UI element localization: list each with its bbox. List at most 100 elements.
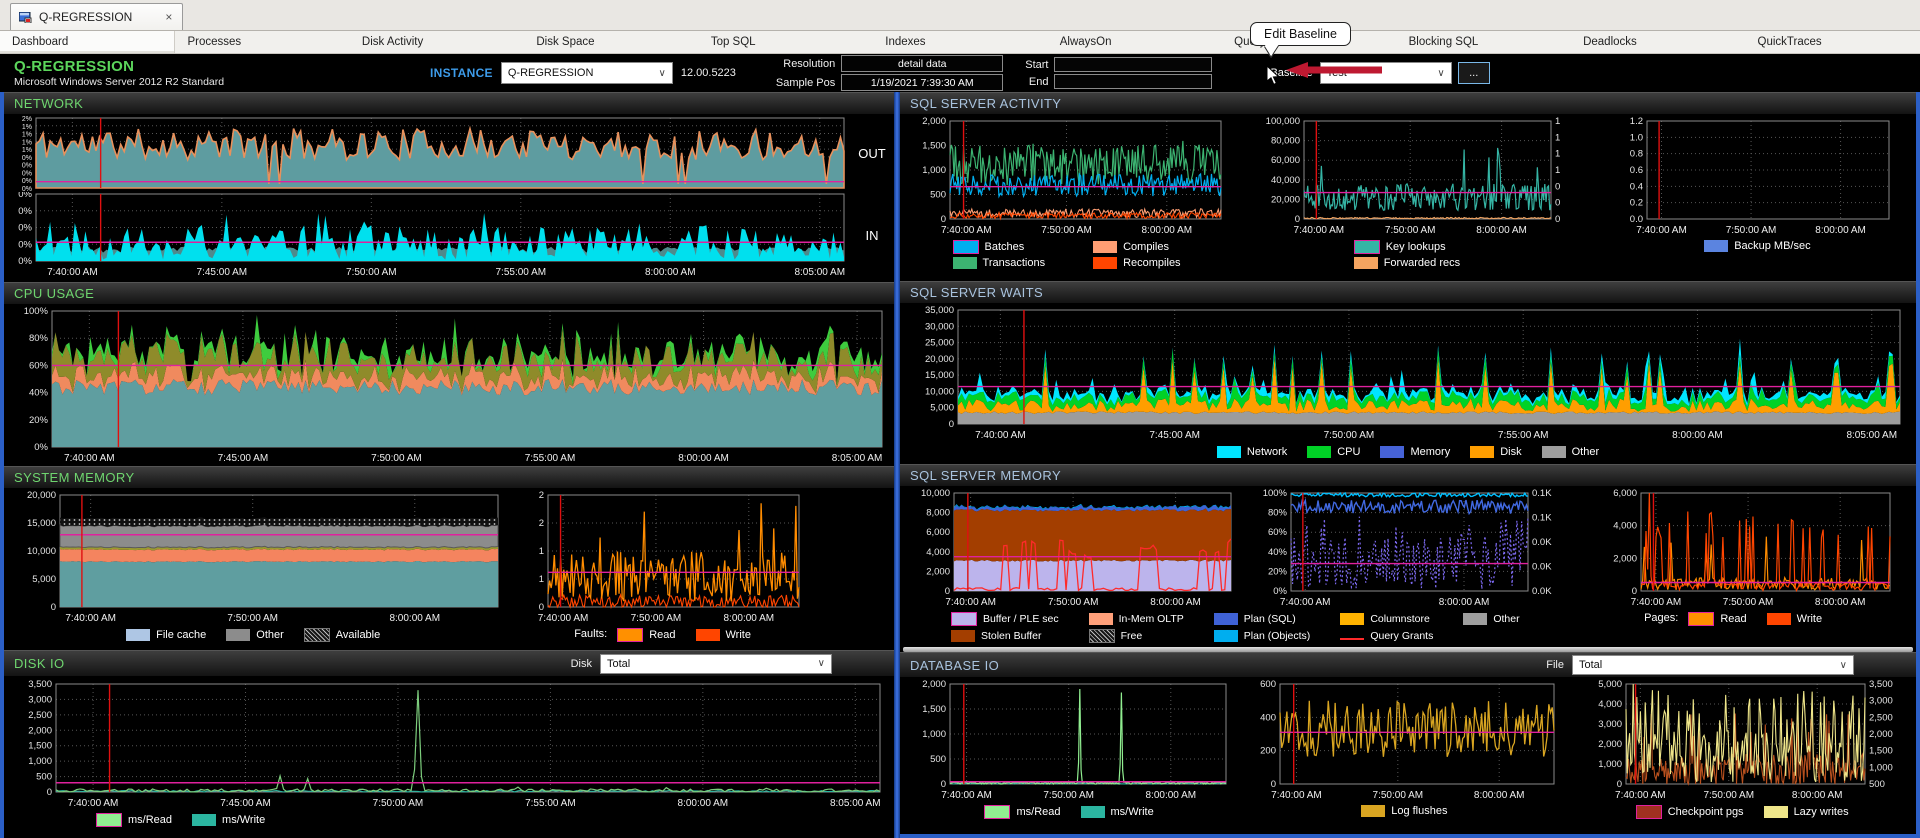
panel-title-network: NETWORK bbox=[14, 96, 84, 111]
legend-label: Lazy writes bbox=[1793, 806, 1849, 819]
tab-q-regression[interactable]: Q-REGRESSION × bbox=[10, 3, 184, 30]
legend-label: Recompiles bbox=[1123, 257, 1181, 269]
svg-text:7:55:00 AM: 7:55:00 AM bbox=[496, 267, 547, 278]
legend-item: Read bbox=[617, 628, 676, 642]
legend-item: ms/Write bbox=[1080, 806, 1154, 819]
svg-text:1,000: 1,000 bbox=[922, 729, 946, 740]
dashboard-grid: NETWORK 2% 1% 1% 1% 1% 0% 0% 0% 0% 0% OUT 0% 0% 0% 0… bbox=[0, 92, 1920, 838]
svg-text:8:00:00 AM: 8:00:00 AM bbox=[1146, 790, 1197, 801]
legend-swatch bbox=[1080, 806, 1105, 819]
svg-text:20,000: 20,000 bbox=[925, 354, 954, 365]
page-faults-chart: 2 2 1 1 0 7:40:00 AM 7:50:00 AM 8:00:00 AM bbox=[524, 490, 809, 624]
svg-text:2,000: 2,000 bbox=[28, 725, 52, 736]
legend-label: Network bbox=[1246, 445, 1288, 458]
svg-text:0.0: 0.0 bbox=[1630, 214, 1643, 225]
legend-item: Checkpoint pgs bbox=[1635, 805, 1744, 820]
menu-item-blocking-sql[interactable]: Blocking SQL bbox=[1397, 31, 1571, 53]
legend-item: ms/Read bbox=[984, 805, 1061, 820]
system-memory-legend-row: File cache Other Available Faults: Read Writ… bbox=[4, 624, 894, 648]
svg-text:500: 500 bbox=[36, 772, 52, 783]
legend-swatch bbox=[1340, 637, 1365, 640]
file-filter-select[interactable]: Total ∨ bbox=[1572, 655, 1854, 676]
svg-text:0%: 0% bbox=[1274, 586, 1288, 597]
end-input[interactable] bbox=[1054, 74, 1213, 89]
legend-item: Lazy writes bbox=[1763, 806, 1849, 819]
svg-text:7:40:00 AM: 7:40:00 AM bbox=[65, 613, 116, 624]
legend-label: Query Grants bbox=[1370, 630, 1434, 642]
svg-text:200: 200 bbox=[1260, 746, 1276, 757]
svg-text:15,000: 15,000 bbox=[27, 518, 56, 529]
svg-text:8:00:00 AM: 8:00:00 AM bbox=[724, 613, 775, 624]
svg-text:0: 0 bbox=[1555, 198, 1560, 209]
svg-text:7:40:00 AM: 7:40:00 AM bbox=[975, 430, 1026, 441]
sql-memory-legend-row: Buffer / PLE sec In-Mem OLTP Plan (SQL) Col… bbox=[900, 608, 1916, 643]
svg-text:7:50:00 AM: 7:50:00 AM bbox=[1385, 225, 1436, 236]
svg-text:0: 0 bbox=[1632, 586, 1637, 597]
instance-value: Q-REGRESSION bbox=[507, 67, 594, 79]
legend-label: Compiles bbox=[1123, 241, 1169, 253]
legend-label: Read bbox=[649, 629, 676, 641]
legend-swatch bbox=[1340, 613, 1365, 625]
svg-text:1: 1 bbox=[1555, 116, 1560, 127]
legend-swatch bbox=[226, 629, 251, 641]
svg-text:0%: 0% bbox=[22, 170, 32, 177]
svg-text:80%: 80% bbox=[1268, 508, 1288, 519]
tab-close-icon[interactable]: × bbox=[165, 10, 172, 24]
instance-label: INSTANCE bbox=[430, 66, 493, 80]
menu-item-indexes[interactable]: Indexes bbox=[873, 31, 1047, 53]
instance-select[interactable]: Q-REGRESSION ∨ bbox=[500, 62, 673, 84]
svg-text:7:50:00 AM: 7:50:00 AM bbox=[631, 613, 682, 624]
menu-item-top-sql[interactable]: Top SQL bbox=[699, 31, 873, 53]
menu-item-deadlocks[interactable]: Deadlocks bbox=[1571, 31, 1745, 53]
legend-item: Plan (SQL) bbox=[1213, 613, 1311, 625]
menu-item-disk-activity[interactable]: Disk Activity bbox=[350, 31, 524, 53]
dbio-block-3: 5,000 4,000 3,000 2,000 1,000 0 3,500 3,000 2,50… bbox=[1580, 679, 1905, 820]
svg-text:20,000: 20,000 bbox=[1271, 194, 1300, 205]
panel-sql-memory: SQL SERVER MEMORY 10,000 8,000 6,000 4,000 2… bbox=[900, 464, 1916, 647]
menu-item-disk-space[interactable]: Disk Space bbox=[524, 31, 698, 53]
start-input[interactable] bbox=[1054, 57, 1213, 72]
legend-label: ms/Write bbox=[222, 814, 266, 826]
panel-title-disk-io: DISK IO bbox=[14, 656, 65, 671]
svg-text:1,500: 1,500 bbox=[1869, 746, 1893, 757]
legend-item: ms/Read bbox=[96, 813, 172, 827]
svg-text:0: 0 bbox=[941, 779, 946, 790]
legend-swatch bbox=[1093, 257, 1118, 269]
legend-swatch bbox=[1704, 240, 1729, 252]
start-label: Start bbox=[1025, 58, 1049, 71]
system-memory-chart-svg: 20,000 15,000 10,000 5,000 0 7:40:00 AM 7:50:0… bbox=[27, 490, 499, 624]
activity-block-2: 100,000 80,000 60,000 40,000 20,000 0 1 1 1 1 0 0 0 7… bbox=[1244, 116, 1569, 269]
edit-baseline-button[interactable]: ... bbox=[1457, 62, 1490, 84]
tab-bar: Q-REGRESSION × bbox=[0, 0, 1920, 31]
disk-filter-label: Disk bbox=[570, 657, 592, 670]
svg-text:1.2: 1.2 bbox=[1630, 116, 1643, 127]
legend-item: Backup MB/sec bbox=[1704, 240, 1811, 252]
menu-item-processes[interactable]: Processes bbox=[175, 31, 349, 53]
svg-text:2: 2 bbox=[539, 490, 544, 501]
log-flushes-chart-svg: 600 400 200 07:40:00 AM 7:50:00 AM 8:00:00 AM bbox=[1260, 679, 1555, 801]
svg-text:1%: 1% bbox=[22, 147, 32, 154]
menu-item-alwayson[interactable]: AlwaysOn bbox=[1048, 31, 1222, 53]
menu-item-dashboard[interactable]: Dashboard bbox=[0, 31, 176, 53]
svg-text:8:05:00 AM: 8:05:00 AM bbox=[794, 267, 845, 278]
svg-text:3,500: 3,500 bbox=[1869, 679, 1893, 690]
network-out-chart: 2% 1% 1% 1% 1% 0% 0% 0% 0% 0% bbox=[4, 114, 850, 193]
legend-item: Plan (Objects) bbox=[1213, 630, 1310, 642]
legend-label: Checkpoint pgs bbox=[1667, 806, 1744, 819]
svg-text:600: 600 bbox=[1260, 679, 1276, 690]
legend-swatch bbox=[1688, 612, 1715, 626]
sql-waits-legend: Network CPU Memory Disk Other bbox=[900, 441, 1916, 458]
svg-text:7:50:00 AM: 7:50:00 AM bbox=[1723, 597, 1774, 608]
legend-swatch bbox=[1088, 629, 1115, 643]
resolution-label: Resolution bbox=[783, 57, 836, 70]
disk-filter-select[interactable]: Total ∨ bbox=[600, 653, 832, 674]
legend-label: Other bbox=[1571, 445, 1600, 458]
pages-chart-svg: 6,000 4,000 2,000 07:40:00 AM 7:50:00 AM 8:00… bbox=[1613, 488, 1891, 608]
legend-item: Forwarded recs bbox=[1353, 257, 1460, 269]
cpu-usage-chart: 100% 80% 60% 40% 20% 0% 7:40:00 AM 7:45:00 AM 7:… bbox=[8, 306, 890, 464]
legend-swatch bbox=[1763, 806, 1788, 819]
svg-text:0.2: 0.2 bbox=[1630, 198, 1643, 209]
svg-text:0: 0 bbox=[539, 602, 544, 613]
menu-item-quicktraces[interactable]: QuickTraces bbox=[1746, 31, 1920, 53]
svg-text:5,000: 5,000 bbox=[32, 574, 56, 585]
